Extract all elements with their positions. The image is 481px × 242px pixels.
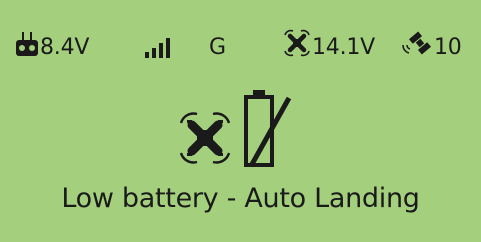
- alert-message: Low battery - Auto Landing: [61, 183, 420, 214]
- signal-bars-icon: [145, 38, 170, 58]
- status-bar: 8.4V G 14.1V 10: [0, 0, 481, 80]
- alert-icons: [165, 90, 315, 170]
- drone-voltage: 14.1V: [312, 35, 376, 60]
- controller-icon: [16, 32, 38, 56]
- drone-icon: [179, 112, 231, 164]
- drone-icon: [284, 29, 310, 57]
- satellite-icon: [402, 31, 432, 55]
- controller-voltage: 8.4V: [40, 35, 90, 60]
- flight-mode: G: [209, 35, 226, 60]
- battery-slash-icon: [244, 90, 292, 168]
- satellite-count: 10: [434, 35, 462, 60]
